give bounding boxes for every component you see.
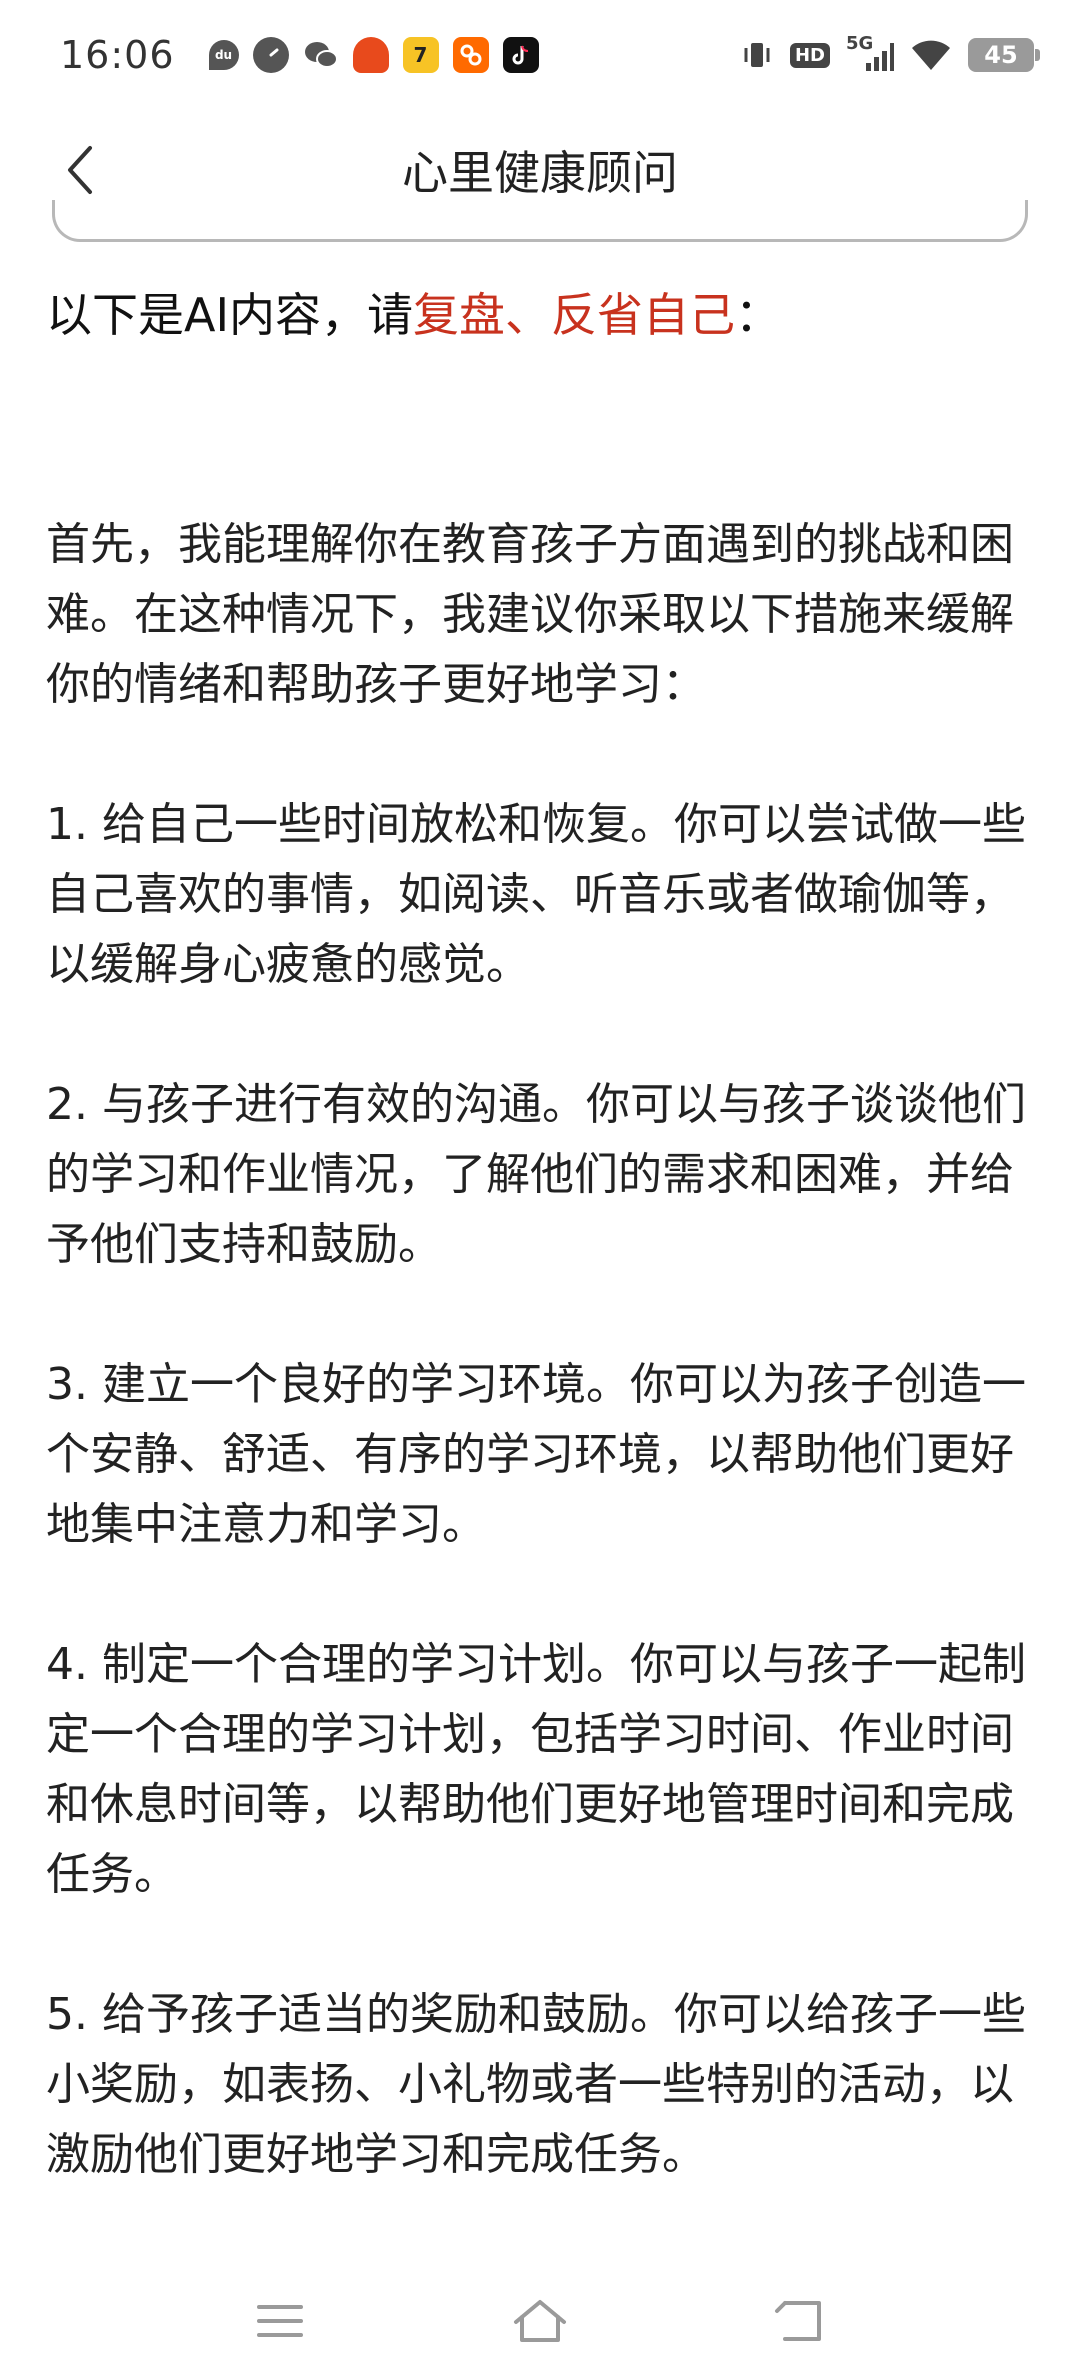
back-nav-icon xyxy=(775,2301,821,2341)
vibrate-icon xyxy=(740,38,774,72)
tiktok-icon xyxy=(502,37,539,73)
network-label: 5G xyxy=(846,33,874,54)
intro-prefix: 以下是AI内容，请 xyxy=(46,288,414,342)
intro-line: 以下是AI内容，请复盘、反省自己： xyxy=(46,280,1036,350)
paragraph-item-2: 2. 与孩子进行有效的沟通。你可以与孩子谈谈他们的学习和作业情况，了解他们的需求… xyxy=(46,1079,1026,1270)
screen: 16:06 du 7 HD 5G 45 心里健康顾问 以下是AI内容，请复盘、反… xyxy=(0,0,1080,2376)
content: 以下是AI内容，请复盘、反省自己： 首先，我能理解你在教育孩子方面遇到的挑战和困… xyxy=(46,280,1036,2190)
app7-icon: 7 xyxy=(402,37,439,73)
du-icon: du xyxy=(208,40,239,70)
status-left: 16:06 du 7 xyxy=(60,33,539,77)
kuaishou-icon xyxy=(452,37,489,73)
chevron-left-icon xyxy=(68,146,92,194)
hd-icon: HD xyxy=(789,42,830,68)
intro-suffix: ： xyxy=(735,288,782,342)
food-icon xyxy=(352,37,389,73)
system-nav-bar xyxy=(0,2266,1080,2376)
status-right: HD 5G 45 xyxy=(740,33,1040,73)
card-divider xyxy=(52,200,1028,242)
page-title: 心里健康顾问 xyxy=(402,146,678,200)
home-icon xyxy=(514,2300,566,2342)
paragraph-item-4: 4. 制定一个合理的学习计划。你可以与孩子一起制定一个合理的学习计划，包括学习时… xyxy=(46,1639,1026,1900)
paragraph-item-5: 5. 给予孩子适当的奖励和鼓励。你可以给孩子一些小奖励，如表扬、小礼物或者一些特… xyxy=(46,1989,1026,2180)
wechat-icon xyxy=(303,37,339,73)
battery-indicator: 45 xyxy=(968,38,1040,72)
status-bar: 16:06 du 7 HD 5G 45 xyxy=(0,0,1080,110)
menu-button[interactable] xyxy=(240,2281,320,2361)
wifi-icon xyxy=(910,38,952,72)
paragraph-item-3: 3. 建立一个良好的学习环境。你可以为孩子创造一个安静、舒适、有序的学习环境，以… xyxy=(46,1359,1026,1550)
intro-accent: 复盘、反省自己 xyxy=(413,288,736,342)
back-nav-button[interactable] xyxy=(760,2281,840,2361)
paragraph-intro: 首先，我能理解你在教育孩子方面遇到的挑战和困难。在这种情况下，我建议你采取以下措… xyxy=(46,519,1014,710)
menu-icon xyxy=(257,2305,303,2337)
back-button[interactable] xyxy=(40,130,120,210)
home-button[interactable] xyxy=(500,2281,580,2361)
speed-icon xyxy=(252,37,289,73)
ai-response: 首先，我能理解你在教育孩子方面遇到的挑战和困难。在这种情况下，我建议你采取以下措… xyxy=(46,510,1036,2190)
status-time: 16:06 xyxy=(60,33,175,77)
paragraph-item-1: 1. 给自己一些时间放松和恢复。你可以尝试做一些自己喜欢的事情，如阅读、听音乐或… xyxy=(46,799,1026,990)
signal-icon: 5G xyxy=(846,33,894,73)
